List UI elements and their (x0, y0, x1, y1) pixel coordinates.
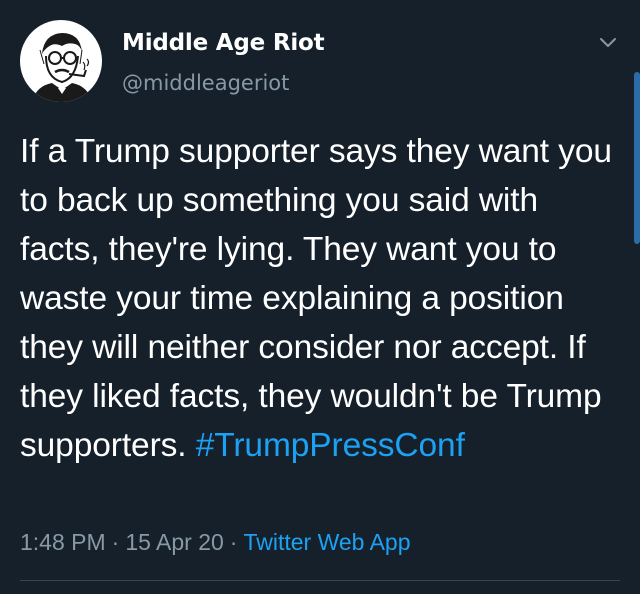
tweet-date[interactable]: 15 Apr 20 (125, 529, 223, 555)
tweet-time[interactable]: 1:48 PM (20, 529, 106, 555)
meta-separator: · (111, 529, 120, 555)
sketch-portrait-icon (32, 33, 92, 102)
chevron-down-icon (600, 38, 616, 47)
tweet-meta: 1:48 PM · 15 Apr 20 · Twitter Web App (20, 529, 411, 556)
divider (20, 580, 620, 581)
tweet-card: Middle Age Riot @middleageriot If a Trum… (0, 0, 640, 594)
avatar[interactable] (20, 20, 102, 102)
author-handle[interactable]: @middleageriot (122, 71, 289, 95)
meta-separator: · (229, 529, 238, 555)
scrollbar[interactable] (634, 72, 640, 244)
tweet-body: If a Trump supporter says they want you … (20, 133, 612, 464)
tweet-source-link[interactable]: Twitter Web App (243, 529, 410, 555)
more-menu-button[interactable] (599, 36, 617, 50)
author-display-name[interactable]: Middle Age Riot (122, 30, 325, 56)
hashtag-link[interactable]: #TrumpPressConf (196, 427, 465, 464)
tweet-text: If a Trump supporter says they want you … (20, 127, 620, 470)
